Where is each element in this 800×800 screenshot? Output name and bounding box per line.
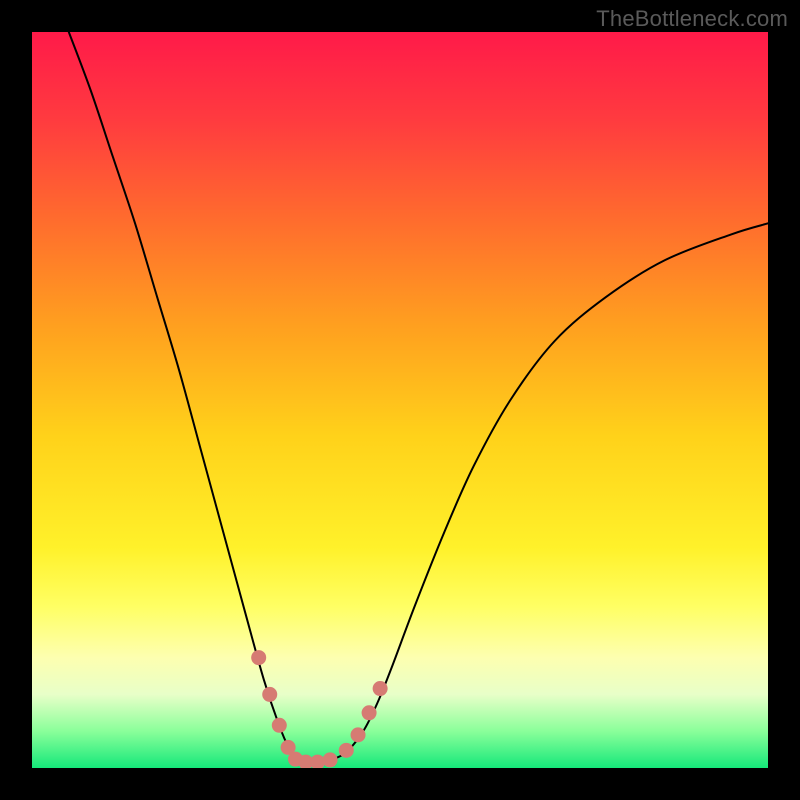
highlight-dot (262, 687, 277, 702)
chart-svg (32, 32, 768, 768)
highlight-dot (362, 705, 377, 720)
highlight-dot (373, 681, 388, 696)
highlight-dot (323, 752, 338, 767)
highlight-dot (251, 650, 266, 665)
highlight-dot (351, 727, 366, 742)
highlight-dot (339, 743, 354, 758)
watermark-text: TheBottleneck.com (596, 6, 788, 32)
highlight-dot (272, 718, 287, 733)
gradient-background (32, 32, 768, 768)
chart-frame: TheBottleneck.com (0, 0, 800, 800)
plot-area (32, 32, 768, 768)
